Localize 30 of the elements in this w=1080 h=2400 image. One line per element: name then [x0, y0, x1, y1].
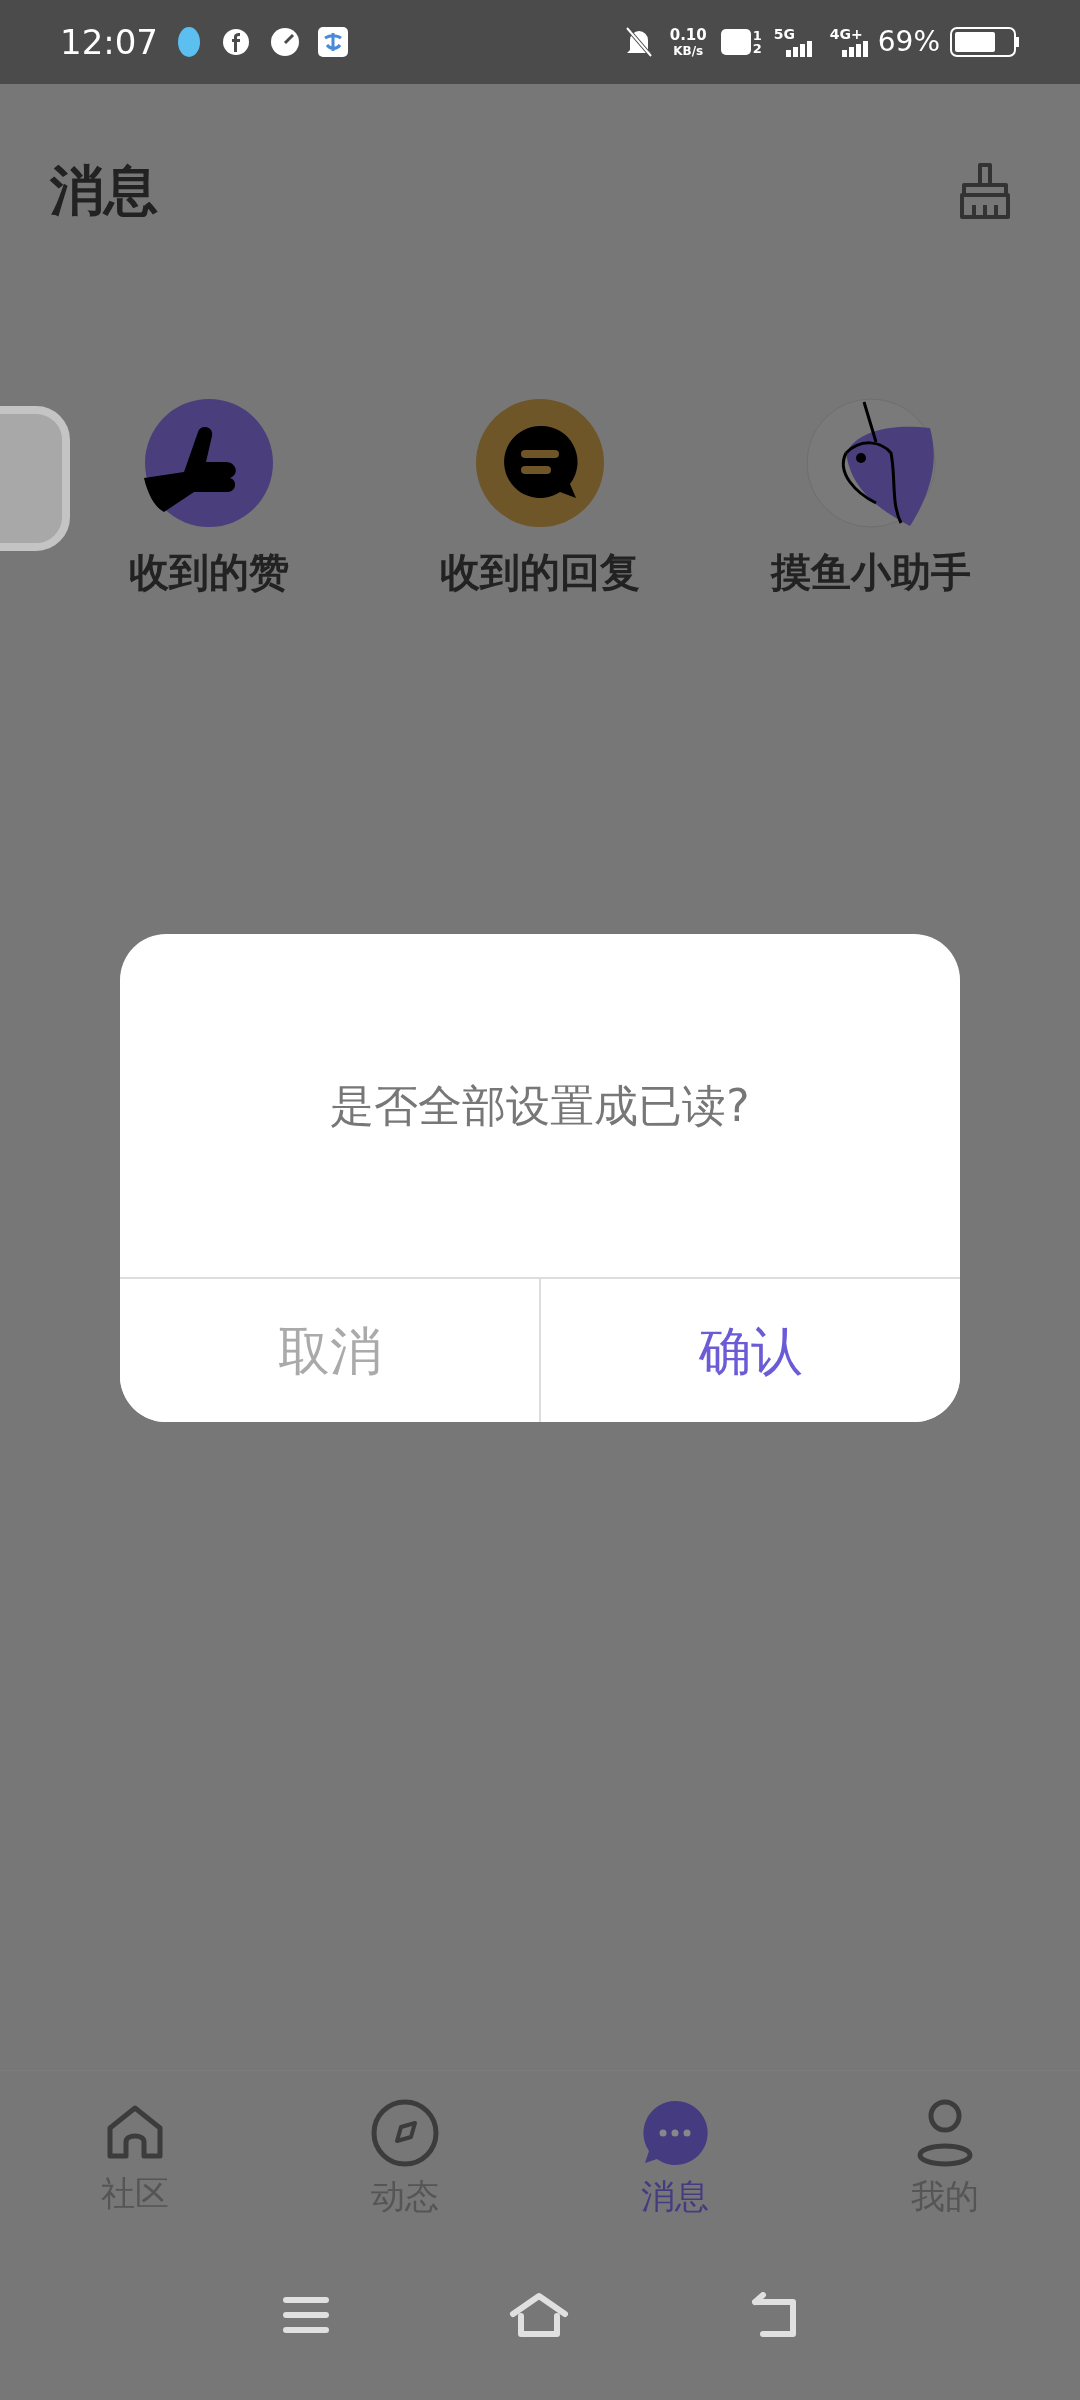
network-type: 5G	[773, 27, 796, 41]
page-title: 消息	[50, 157, 158, 224]
app-badge-icon	[318, 27, 348, 57]
nav-tab[interactable]: 消息	[540, 2071, 810, 2250]
circle-f-icon	[222, 28, 250, 56]
shortcut-label[interactable]: 摸鱼小助手	[770, 542, 971, 602]
gauge-icon	[270, 27, 300, 57]
battery-icon	[950, 27, 1020, 57]
compass-icon	[371, 2099, 439, 2167]
bell-off-icon	[623, 26, 654, 58]
sim-number: 2	[752, 42, 762, 55]
sim-number: 1	[752, 29, 762, 42]
battery-percent: 69%	[877, 24, 940, 60]
network-type: 4G+	[829, 27, 864, 41]
network-speed: 0.10	[669, 27, 707, 43]
shortcut-label[interactable]: 收到的回复	[440, 542, 640, 602]
chat-bubble-icon	[475, 398, 605, 528]
network-speed-unit: KB/s	[673, 44, 704, 57]
back-icon[interactable]	[749, 2292, 797, 2338]
menu-icon[interactable]	[283, 2296, 329, 2334]
broom-icon[interactable]	[958, 161, 1012, 219]
person-icon	[916, 2099, 974, 2167]
confirm-button[interactable]: 确认	[539, 1279, 960, 1422]
shortcut-label[interactable]: 收到的赞	[129, 542, 290, 602]
chat-bubble-icon	[641, 2099, 709, 2167]
status-time: 12:07	[60, 20, 158, 64]
dialog-message: 是否全部设置成已读?	[330, 1078, 750, 1133]
thumbs-up-icon	[144, 398, 275, 528]
fish-icon	[805, 398, 936, 528]
home-icon[interactable]	[509, 2292, 569, 2338]
